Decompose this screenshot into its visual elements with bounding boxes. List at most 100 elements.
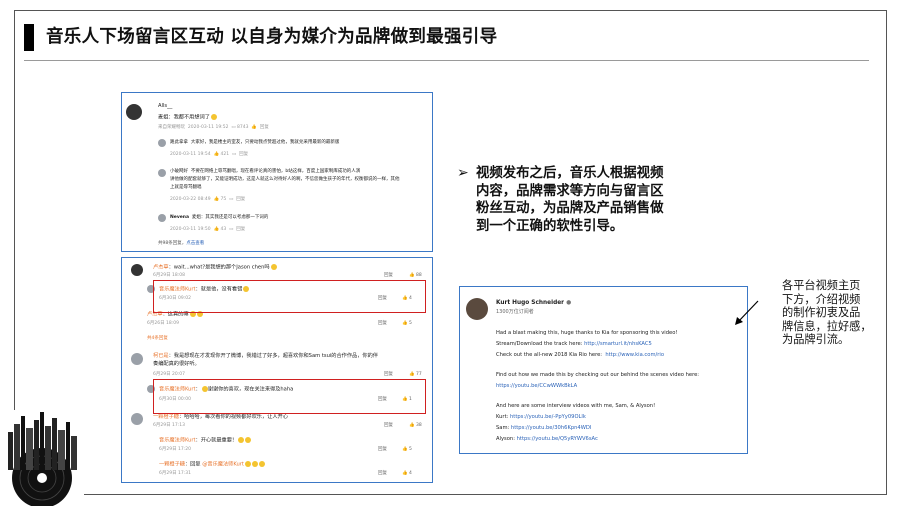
more-replies-link[interactable]: 共4条回复 xyxy=(147,336,168,341)
comment-icon[interactable]: ▭ xyxy=(229,197,233,202)
reply-meta: 2020-03-22 08:49 👍 75 ▭ 回复 xyxy=(170,197,246,202)
reply-text: 路此拿拿 大家好，我是楼主的室友，只要动我点赞超过他，我就兑采用最新的最新版 xyxy=(170,140,340,145)
side-note-line: 各平台视频主页 xyxy=(782,279,861,292)
pointer-arrow-icon xyxy=(735,300,759,325)
bullet-line: 视频发布之后，音乐人根据视频 xyxy=(476,166,664,181)
comment-date: 6月29日 18:08 xyxy=(153,273,185,278)
reply-link[interactable]: 回复 xyxy=(260,125,269,130)
reply-link[interactable]: 回复 xyxy=(384,273,393,278)
description-line: Had a blast making this, huge thanks to … xyxy=(496,330,678,336)
bullet-paragraph: 视频发布之后，音乐人根据视频 内容，品牌需求等方向与留言区 粉丝互动，为品牌及产… xyxy=(476,165,696,235)
bullet-arrow-icon: ➢ xyxy=(457,165,469,181)
city-vinyl-logo xyxy=(0,410,84,506)
like-icon[interactable]: 👍 xyxy=(251,125,257,130)
reply-link[interactable]: 回复 xyxy=(236,197,245,202)
reply-link[interactable]: 回复 xyxy=(378,321,387,326)
smile-emoji-icon xyxy=(210,114,217,120)
kurt-interview-link[interactable]: https://youtu.be/-PpYy09OLlk xyxy=(510,414,586,420)
side-note-line: 为品牌引流。 xyxy=(782,333,850,347)
avatar xyxy=(158,139,166,147)
reply-text-cont: 讲他做的配套就够了，又能证明成功，这是人就这么对待好人的啊，不信您做生孩子的年代… xyxy=(170,177,400,182)
like-count[interactable]: 👍 5 xyxy=(402,321,412,326)
side-note: 各平台视频主页 下方，介绍视频 的制作初衷及品 牌信息，拉好感， 为品牌引流。 xyxy=(782,279,882,347)
comment-date: 6月29日 20:07 xyxy=(153,372,185,377)
reply-count-footer: 共98条回复，点击查看 xyxy=(158,241,205,246)
description-line: Alyson: https://youtu.be/Q5yRYWV6sAc xyxy=(496,436,598,442)
comment-author[interactable]: Alls__ xyxy=(158,103,172,109)
comment-text: 一颗橙子糖：哈哈哈，每次看你的视频都好欢乐，让人开心 xyxy=(153,414,288,420)
kia-link[interactable]: http://www.kia.com/rio xyxy=(605,352,664,358)
reply-meta: 2020-03-11 19:54 👍 421 ▭ 回复 xyxy=(170,152,249,157)
like-count[interactable]: 👍 88 xyxy=(409,273,422,278)
bts-video-link[interactable]: https://youtu.be/CCwWWkBkLA xyxy=(496,383,577,389)
comment-text: 麦姐：我都不用想词了 xyxy=(158,114,217,121)
stream-link[interactable]: http://smarturl.it/nhsKAC5 xyxy=(584,341,652,347)
title-divider xyxy=(24,60,869,61)
reply-link[interactable]: 回复 xyxy=(384,372,393,377)
side-note-line: 下方，介绍视频 xyxy=(782,292,861,306)
reply-link[interactable]: 回复 xyxy=(236,227,245,232)
reply-text-cont: 上就是辱骂翻唱 xyxy=(170,185,202,190)
comment-icon[interactable]: ▭ xyxy=(231,125,235,130)
emoji-icon xyxy=(245,437,252,443)
title-accent-bar xyxy=(24,24,34,51)
reply-text: Nevena 麦姐：其实我还是可以考虑那一下词的 xyxy=(170,215,269,220)
emoji-icon xyxy=(258,461,265,467)
comment-meta: 来自荣耀畅玩 2020-03-11 19:52 ▭ 8743 👍 回复 xyxy=(158,125,269,130)
reply-link[interactable]: 回复 xyxy=(384,423,393,428)
channel-avatar[interactable] xyxy=(466,298,488,320)
reply-link[interactable]: 回复 xyxy=(378,447,387,452)
side-note-line: 牌信息，拉好感， xyxy=(782,319,872,333)
highlight-box xyxy=(153,280,426,313)
avatar xyxy=(158,169,166,177)
verified-icon: ● xyxy=(566,300,572,306)
view-more-link[interactable]: 点击查看 xyxy=(186,241,204,246)
avatar xyxy=(158,214,166,222)
comment-text-cont: 奏编配真的很好听。 xyxy=(153,361,200,367)
comment-text: 卢杰草：wait...what?是我想的那个Jason chen吗 xyxy=(153,264,277,271)
description-line: Stream/Download the track here: http://s… xyxy=(496,341,652,347)
comment-date: 6月29日 17:13 xyxy=(153,423,185,428)
avatar xyxy=(131,353,143,365)
like-count[interactable]: 👍 38 xyxy=(409,423,422,428)
avatar xyxy=(131,264,143,276)
like-count[interactable]: 👍 5 xyxy=(402,447,412,452)
avatar xyxy=(131,413,143,425)
comment-date: 6月29日 17:31 xyxy=(159,471,191,476)
comment-date: 6月26日 18:09 xyxy=(147,321,179,326)
reply-link[interactable]: 回复 xyxy=(378,471,387,476)
description-line: And here are some interview videos with … xyxy=(496,403,656,409)
description-line: Check out the all-new 2018 Kia Rio here:… xyxy=(496,352,664,358)
comment-date: 6月29日 17:20 xyxy=(159,447,191,452)
emoji-icon xyxy=(270,264,277,270)
channel-name[interactable]: Kurt Hugo Schneider ● xyxy=(496,300,571,307)
description-line: Sam: https://youtu.be/30h6Kpn4WDI xyxy=(496,425,592,431)
side-note-line: 的制作初衷及品 xyxy=(782,306,861,320)
emoji-icon xyxy=(238,437,245,443)
reply-text: 一颗橙子糖：回复 @音乐魔法师Kurt xyxy=(159,461,265,468)
like-icon[interactable]: 👍 xyxy=(213,197,219,202)
like-count[interactable]: 👍 77 xyxy=(409,372,422,377)
comment-text: 柯已是：我是想现在才发现你开了微博，我错过了好多，超喜欢你和Sam tsui的合… xyxy=(153,353,378,359)
reply-link[interactable]: 回复 xyxy=(239,152,248,157)
comment-screenshot-1: Alls__ 麦姐：我都不用想词了 来自荣耀畅玩 2020-03-11 19:5… xyxy=(121,92,433,252)
like-count[interactable]: 👍 4 xyxy=(402,471,412,476)
slide-title: 音乐人下场留言区互动 以自身为媒介为品牌做到最强引导 xyxy=(46,27,498,47)
description-line: Kurt: https://youtu.be/-PpYy09OLlk xyxy=(496,414,586,420)
bullet-line: 内容，品牌需求等方向与留言区 xyxy=(476,183,664,199)
bullet-line: 粉丝互动，为品牌及产品销售做 xyxy=(476,201,664,216)
video-description-screenshot: Kurt Hugo Schneider ● 1300万位订阅者 Had a bl… xyxy=(459,286,748,454)
avatar xyxy=(126,104,142,120)
comment-icon[interactable]: ▭ xyxy=(232,152,236,157)
comment-icon[interactable]: ▭ xyxy=(229,227,233,232)
like-icon[interactable]: 👍 xyxy=(213,152,219,157)
emoji-icon xyxy=(244,461,251,467)
sam-interview-link[interactable]: https://youtu.be/30h6Kpn4WDI xyxy=(511,425,591,431)
emoji-icon xyxy=(251,461,258,467)
highlight-box xyxy=(153,379,426,414)
reply-meta: 2020-03-11 19:50 👍 43 ▭ 回复 xyxy=(170,227,246,232)
like-icon[interactable]: 👍 xyxy=(213,227,219,232)
alyson-interview-link[interactable]: https://youtu.be/Q5yRYWV6sAc xyxy=(517,436,598,442)
description-line: Find out how we made this by checking ou… xyxy=(496,372,700,378)
subscriber-count: 1300万位订阅者 xyxy=(496,309,534,315)
